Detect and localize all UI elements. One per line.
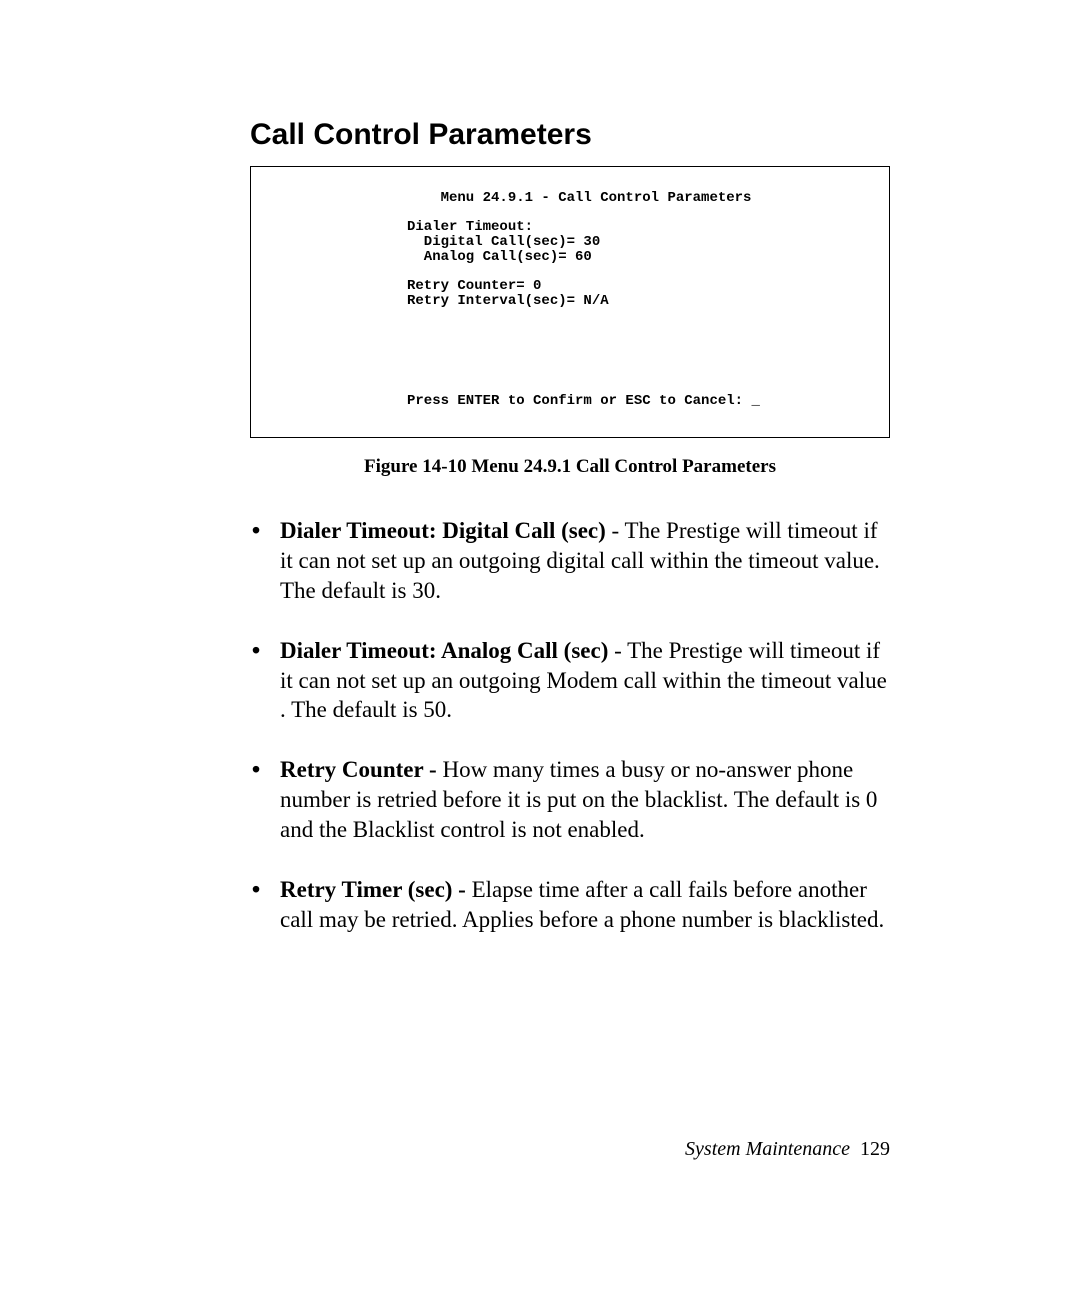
terminal-line-retry-counter: Retry Counter= 0 [407,278,541,294]
terminal-title: Menu 24.9.1 - Call Control Parameters [407,190,751,206]
page-footer: System Maintenance 129 [685,1138,890,1161]
terminal-line-dialer-timeout: Dialer Timeout: [407,219,533,235]
bullet-item-analog-timeout: Dialer Timeout: Analog Call (sec) - The … [250,636,890,726]
terminal-line-analog-call: Analog Call(sec)= 60 [407,249,592,265]
section-title: Call Control Parameters [250,118,890,152]
bullet-item-digital-timeout: Dialer Timeout: Digital Call (sec) - The… [250,516,890,606]
footer-section-label: System Maintenance [685,1138,850,1160]
footer-page-number: 129 [860,1138,890,1160]
document-page: Call Control Parameters Menu 24.9.1 - Ca… [0,0,1080,1311]
terminal-line-digital-call: Digital Call(sec)= 30 [407,234,600,250]
figure-caption: Figure 14-10 Menu 24.9.1 Call Control Pa… [250,456,890,478]
terminal-text: Menu 24.9.1 - Call Control Parameters Di… [407,191,751,309]
bullet-item-retry-counter: Retry Counter - How many times a busy or… [250,755,890,845]
bullet-bold: Retry Counter - [280,757,442,782]
bullet-list: Dialer Timeout: Digital Call (sec) - The… [250,516,890,935]
terminal-screenshot: Menu 24.9.1 - Call Control Parameters Di… [250,166,890,438]
bullet-bold: Retry Timer (sec) - [280,877,472,902]
bullet-item-retry-timer: Retry Timer (sec) - Elapse time after a … [250,875,890,935]
terminal-line-retry-interval: Retry Interval(sec)= N/A [407,293,609,309]
bullet-bold: Dialer Timeout: Digital Call (sec) [280,518,606,543]
bullet-bold: Dialer Timeout: Analog Call (sec) [280,638,608,663]
terminal-prompt: Press ENTER to Confirm or ESC to Cancel:… [407,394,760,409]
